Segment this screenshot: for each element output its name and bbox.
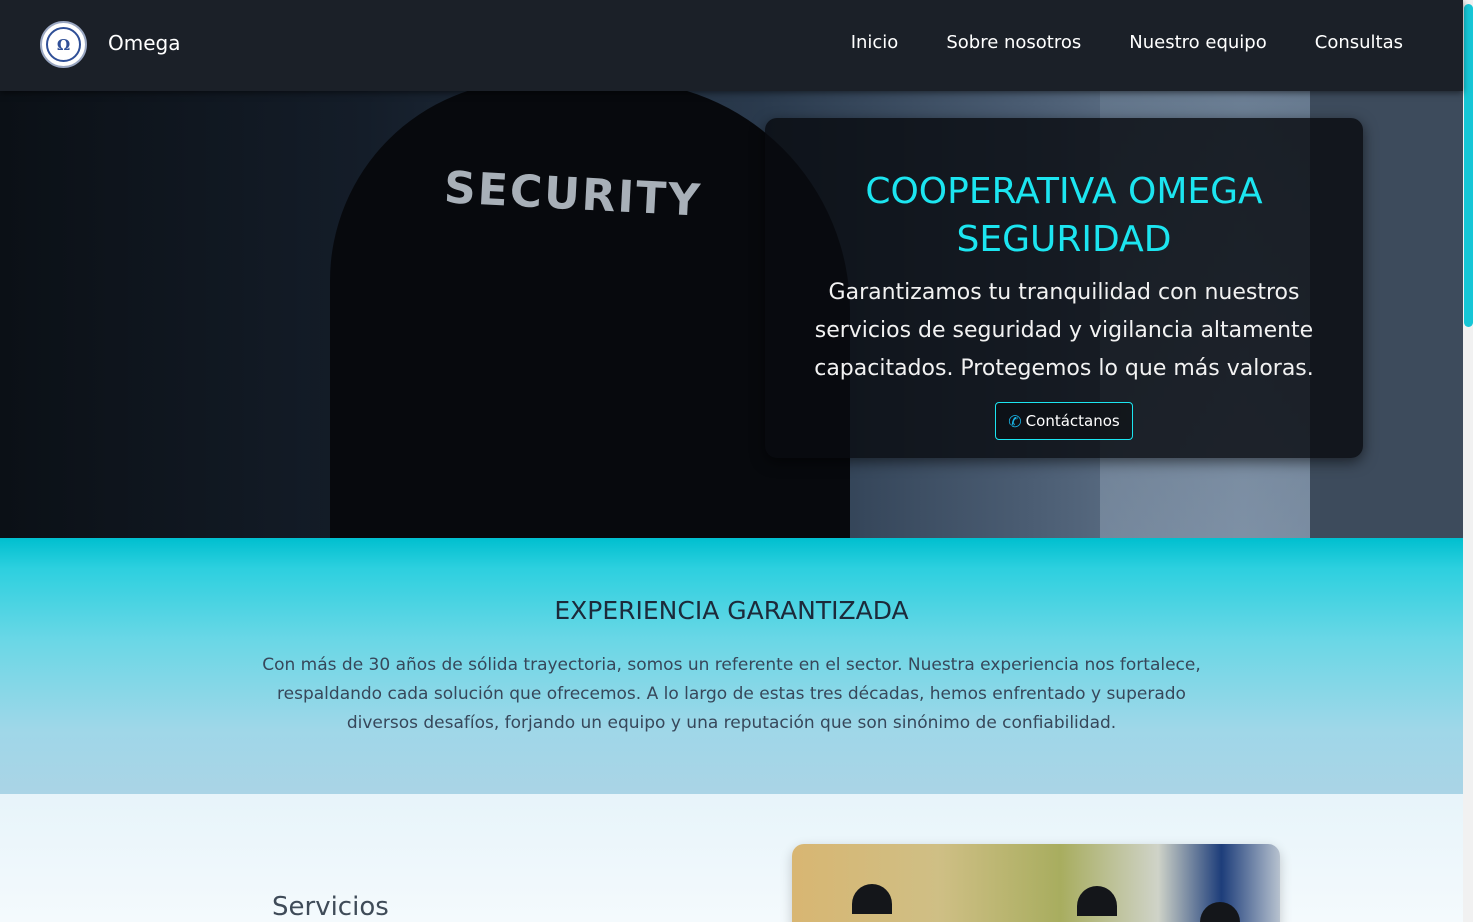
cap-shape (1200, 902, 1240, 922)
navbar: Ω Omega Inicio Sobre nosotros Nuestro eq… (0, 0, 1463, 91)
hero-title-line-2: SEGURIDAD (956, 219, 1172, 260)
nav-link-inicio[interactable]: Inicio (851, 32, 899, 53)
experience-section: EXPERIENCIA GARANTIZADA Con más de 30 añ… (0, 538, 1463, 794)
cap-shape (852, 884, 892, 914)
hero-title: COOPERATIVA OMEGA SEGURIDAD (765, 168, 1363, 264)
services-section: Servicios (0, 794, 1463, 922)
hero-card: COOPERATIVA OMEGA SEGURIDAD Garantizamos… (765, 118, 1363, 458)
contact-button[interactable]: ✆ Contáctanos (995, 402, 1133, 440)
services-title: Servicios (272, 892, 389, 922)
hero-section: SECURITY COOPERATIVA OMEGA SEGURIDAD Gar… (0, 91, 1463, 538)
omega-emblem-icon: Ω (46, 27, 81, 62)
nav-link-consultas[interactable]: Consultas (1315, 32, 1403, 53)
contact-button-label: Contáctanos (1025, 412, 1120, 430)
scrollbar-thumb[interactable] (1464, 4, 1473, 327)
cap-shape (1077, 886, 1117, 916)
page-scrollbar[interactable] (1463, 0, 1473, 922)
services-team-photo (792, 844, 1280, 922)
nav-link-nuestro-equipo[interactable]: Nuestro equipo (1129, 32, 1266, 53)
hero-title-line-1: COOPERATIVA OMEGA (865, 171, 1263, 212)
brand-name[interactable]: Omega (108, 31, 180, 55)
phone-icon: ✆ (1008, 411, 1022, 431)
nav-link-sobre-nosotros[interactable]: Sobre nosotros (946, 32, 1081, 53)
hero-description: Garantizamos tu tranquilidad con nuestro… (814, 280, 1314, 381)
omega-logo[interactable]: Ω (40, 21, 87, 68)
experience-text: Con más de 30 años de sólida trayectoria… (262, 655, 1201, 733)
nav-links: Inicio Sobre nosotros Nuestro equipo Con… (851, 32, 1403, 53)
experience-title: EXPERIENCIA GARANTIZADA (554, 596, 909, 625)
